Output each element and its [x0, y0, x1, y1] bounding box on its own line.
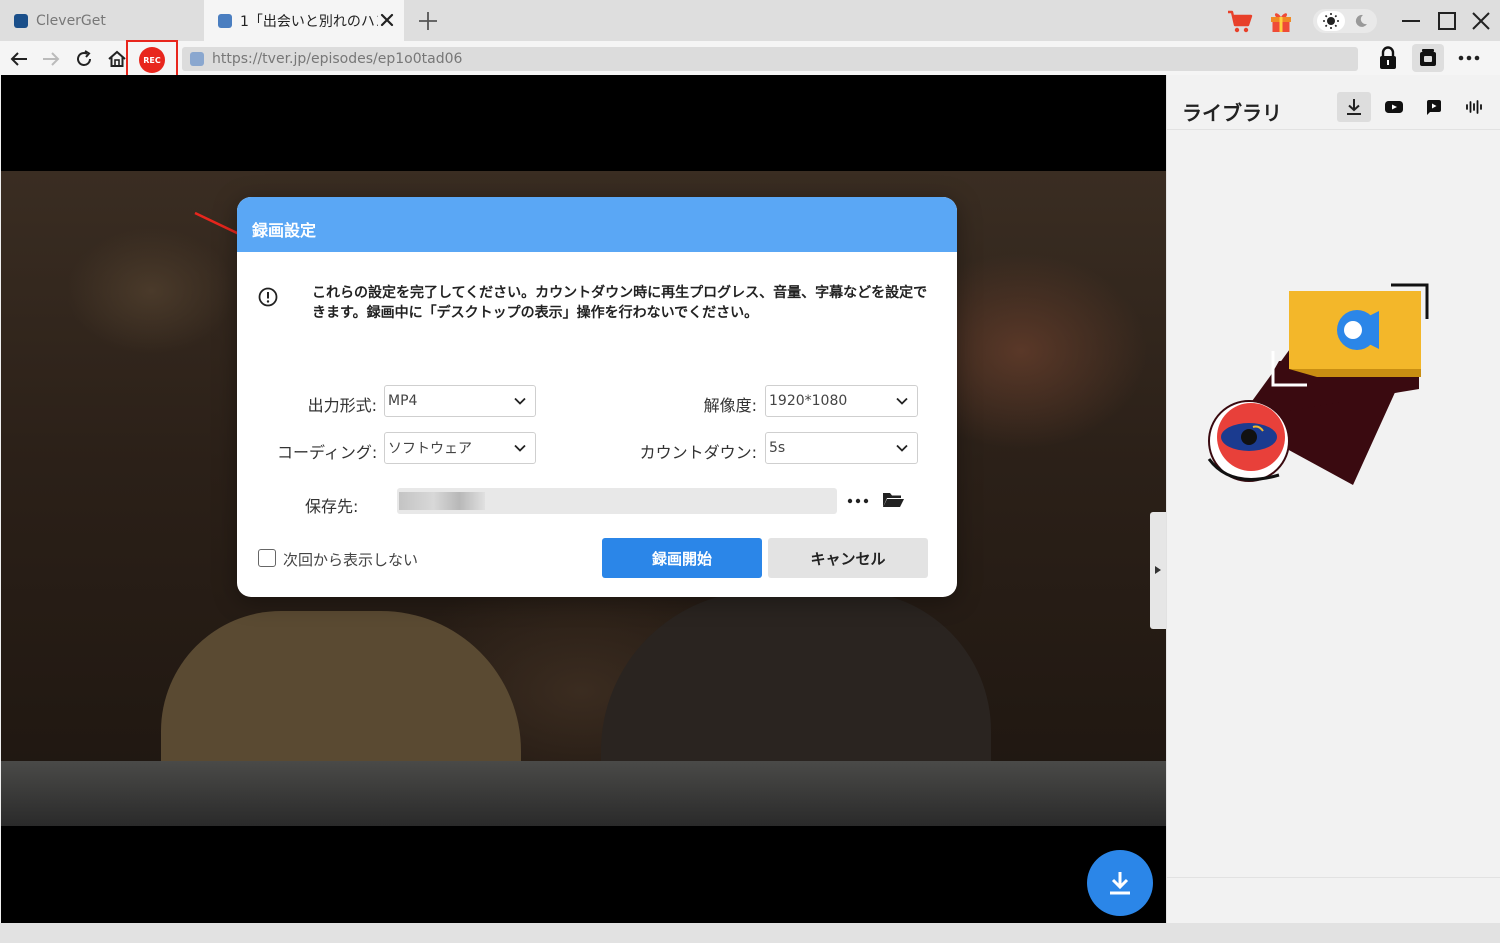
record-illustration-icon	[1207, 283, 1429, 485]
coding-select[interactable]: ソフトウェア	[384, 432, 536, 464]
video-icon	[1427, 100, 1441, 115]
new-tab-icon[interactable]	[416, 9, 440, 33]
folder-open-icon[interactable]	[881, 489, 905, 511]
close-window-icon[interactable]	[1468, 8, 1494, 34]
download-fab-button[interactable]	[1087, 850, 1153, 916]
notice-text: これらの設定を完了してください。カウントダウン時に再生プログレス、音量、字幕など…	[312, 285, 928, 321]
library-tab-video[interactable]	[1417, 92, 1451, 122]
divider	[1167, 877, 1500, 878]
rec-button[interactable]: REC	[139, 47, 165, 73]
gift-icon[interactable]	[1268, 8, 1294, 34]
address-bar[interactable]: https://tver.jp/episodes/ep1o0tad06	[182, 47, 1358, 71]
resolution-select[interactable]: 1920*1080	[765, 385, 918, 417]
cancel-button[interactable]: キャンセル	[768, 538, 928, 578]
download-icon	[1347, 99, 1361, 115]
library-panel: ライブラリ	[1166, 75, 1500, 923]
chevron-down-icon	[514, 444, 526, 452]
home-icon[interactable]	[106, 48, 128, 70]
library-tab-download[interactable]	[1337, 92, 1371, 122]
youtube-icon	[1385, 101, 1403, 113]
download-box-icon	[1420, 49, 1436, 66]
warning-info-icon	[258, 287, 278, 307]
resolution-label: 解像度:	[703, 396, 757, 415]
sun-icon[interactable]	[1317, 11, 1345, 31]
cart-icon[interactable]	[1226, 8, 1254, 34]
video-download-extension-button[interactable]	[1412, 44, 1444, 72]
resolution-value: 1920*1080	[769, 393, 848, 409]
video-content	[1, 761, 1166, 826]
tab-title: CleverGet	[36, 12, 106, 29]
more-menu-icon[interactable]	[1456, 47, 1482, 69]
countdown-label: カウントダウン:	[639, 443, 757, 462]
reload-icon[interactable]	[73, 48, 95, 70]
divider	[1167, 129, 1500, 130]
dont-show-again-checkbox[interactable]	[258, 549, 276, 567]
lock-icon[interactable]	[1376, 45, 1400, 71]
library-tab-audio[interactable]	[1457, 92, 1491, 122]
library-tab-youtube[interactable]	[1377, 92, 1411, 122]
more-options-icon[interactable]	[845, 493, 871, 509]
countdown-select[interactable]: 5s	[765, 432, 918, 464]
output-format-label: 出力形式:	[307, 396, 377, 415]
output-format-select[interactable]: MP4	[384, 385, 536, 417]
back-arrow-icon[interactable]	[8, 48, 30, 70]
page-favicon-icon	[190, 52, 204, 66]
tab-title: 1「出会いと別れのハン	[240, 13, 378, 30]
output-format-value: MP4	[388, 393, 418, 409]
cancel-label: キャンセル	[810, 549, 886, 568]
library-title: ライブラリ	[1182, 101, 1282, 125]
tab-cleverget[interactable]: CleverGet	[0, 0, 204, 41]
theme-toggle[interactable]	[1313, 9, 1377, 33]
dialog-header: 録画設定	[237, 197, 957, 252]
dont-show-again-label[interactable]: 次回から表示しない	[283, 549, 418, 570]
tab-tver-episode[interactable]: 1「出会いと別れのハン	[204, 0, 404, 41]
blurred-path	[399, 492, 485, 510]
save-path-field[interactable]	[397, 488, 837, 514]
status-bar	[0, 923, 1500, 943]
loading-favicon-icon	[218, 13, 232, 28]
start-recording-label: 録画開始	[651, 549, 712, 568]
chevron-down-icon	[514, 397, 526, 405]
start-recording-button[interactable]: 録画開始	[602, 538, 762, 578]
rec-label: REC	[143, 55, 161, 65]
download-icon	[1110, 872, 1130, 895]
forward-arrow-icon[interactable]	[40, 48, 62, 70]
chevron-down-icon	[896, 444, 908, 452]
countdown-value: 5s	[769, 440, 786, 456]
tab-bar: CleverGet 1「出会いと別れのハン	[0, 0, 1500, 41]
recording-settings-dialog: 録画設定 これらの設定を完了してください。カウントダウン時に再生プログレス、音量…	[237, 197, 957, 597]
coding-value: ソフトウェア	[388, 441, 472, 457]
save-to-label: 保存先:	[305, 497, 359, 516]
cleverget-logo-icon	[14, 13, 28, 28]
audio-waveform-icon	[1466, 100, 1482, 114]
chevron-down-icon	[896, 397, 908, 405]
expand-arrow-icon	[1155, 566, 1161, 574]
coding-label: コーディング:	[277, 443, 378, 462]
minimize-icon[interactable]	[1398, 8, 1424, 34]
dialog-title: 録画設定	[252, 221, 317, 240]
sidebar-toggle-button[interactable]	[1150, 512, 1166, 629]
moon-icon[interactable]	[1353, 13, 1369, 29]
maximize-icon[interactable]	[1434, 8, 1460, 34]
close-tab-icon[interactable]	[378, 11, 396, 29]
url-text[interactable]: https://tver.jp/episodes/ep1o0tad06	[212, 51, 462, 67]
